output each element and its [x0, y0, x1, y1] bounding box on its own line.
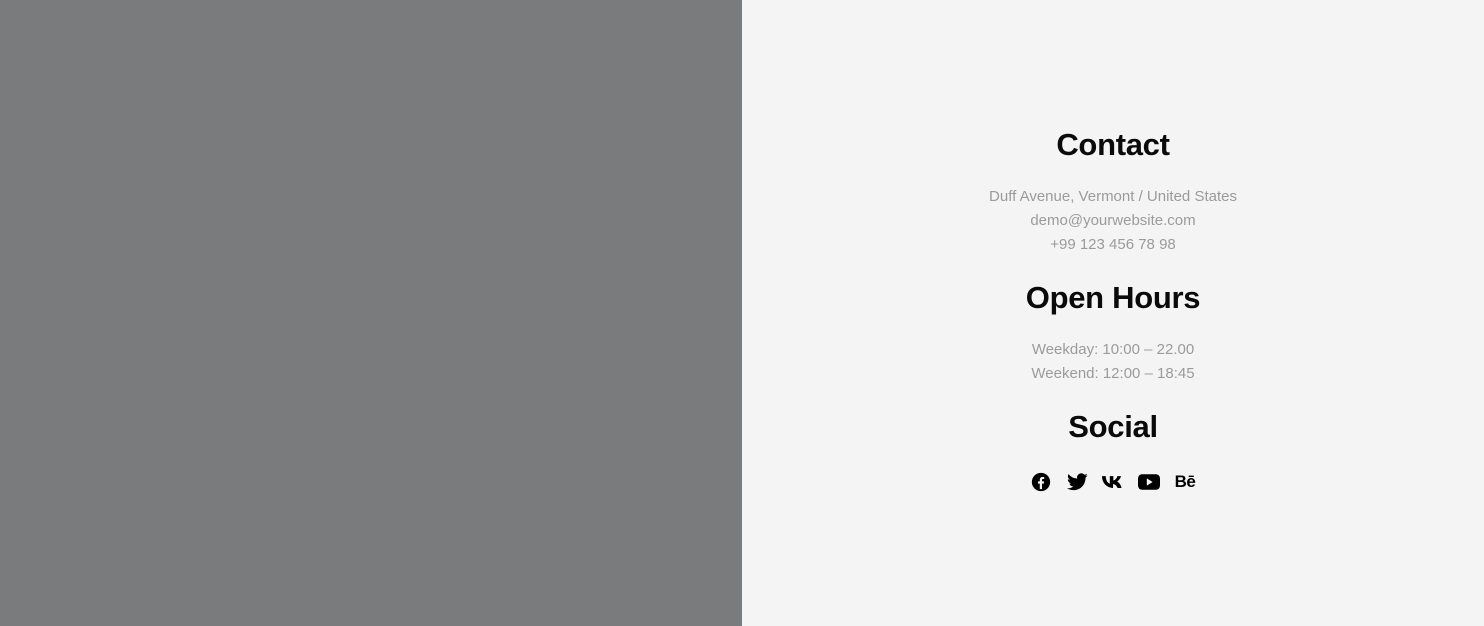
hours-weekday: Weekday: 10:00 – 22.00: [1031, 341, 1195, 358]
hours-section: Open Hours: [742, 280, 1484, 316]
twitter-icon: [1066, 473, 1088, 491]
facebook-link[interactable]: [1030, 471, 1052, 493]
social-links: Bē: [742, 471, 1484, 493]
social-section: Social: [742, 409, 1484, 445]
contact-details: Duff Avenue, Vermont / United States dem…: [742, 185, 1484, 257]
contact-phone[interactable]: +99 123 456 78 98: [742, 233, 1484, 257]
behance-icon: Bē: [1174, 472, 1196, 491]
vk-link[interactable]: [1102, 471, 1124, 493]
image-placeholder: [0, 0, 742, 626]
contact-address: Duff Avenue, Vermont / United States: [989, 188, 1237, 205]
twitter-link[interactable]: [1066, 471, 1088, 493]
youtube-icon: [1138, 474, 1160, 490]
youtube-link[interactable]: [1138, 471, 1160, 493]
vk-icon: [1102, 476, 1122, 489]
hours-details: Weekday: 10:00 – 22.00 Weekend: 12:00 – …: [742, 338, 1484, 386]
info-panel: Contact Duff Avenue, Vermont / United St…: [742, 0, 1484, 626]
social-heading: Social: [1068, 409, 1158, 444]
facebook-icon: [1031, 472, 1051, 492]
contact-section: Contact: [742, 127, 1484, 163]
contact-email[interactable]: demo@yourwebsite.com: [742, 209, 1484, 233]
contact-heading: Contact: [1056, 127, 1170, 162]
contact-page: Contact Duff Avenue, Vermont / United St…: [0, 0, 1484, 626]
hours-heading: Open Hours: [1025, 280, 1201, 315]
behance-link[interactable]: Bē: [1174, 471, 1196, 493]
hours-weekend: Weekend: 12:00 – 18:45: [1031, 365, 1195, 382]
